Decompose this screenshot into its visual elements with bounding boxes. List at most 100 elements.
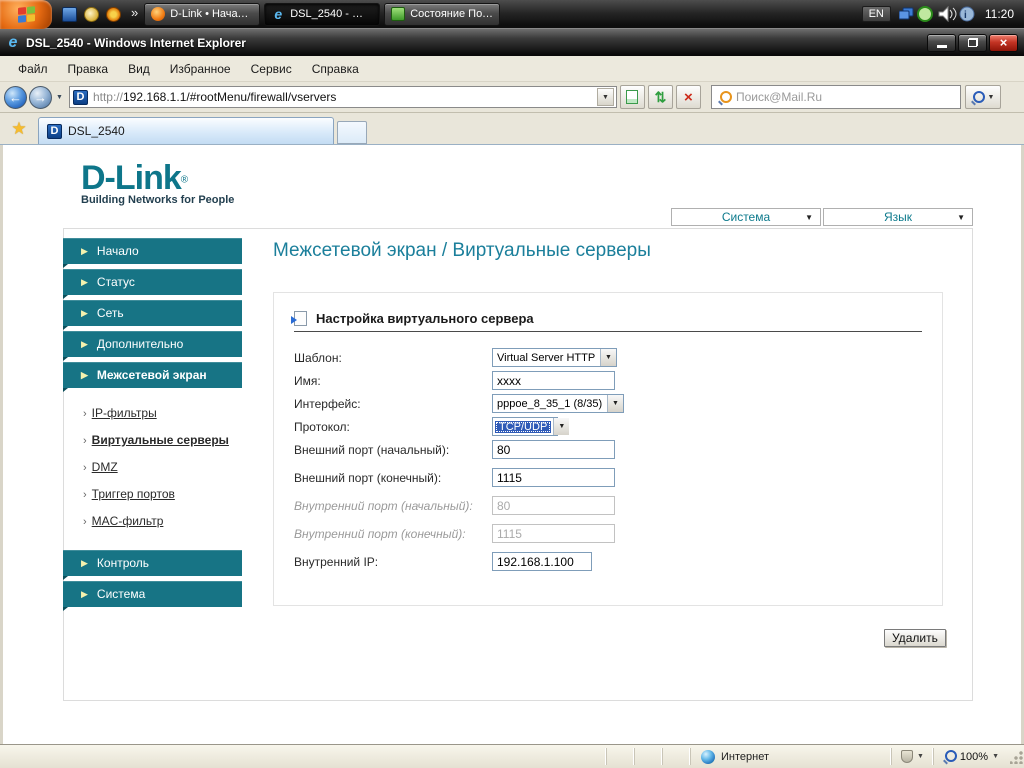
- status-cell: [606, 748, 634, 765]
- firefox-icon: [151, 7, 166, 21]
- taskbar-clock[interactable]: 11:20: [985, 7, 1014, 21]
- sidebar-item-статус[interactable]: ▶ Статус: [63, 269, 242, 299]
- select-value: pppoe_8_35_1 (8/35): [497, 397, 603, 410]
- window-controls: ×: [927, 33, 1018, 52]
- submenu-bullet: ›: [83, 462, 87, 474]
- system-dropdown[interactable]: Система ▼: [671, 208, 821, 226]
- sidebar-item-дополнительно[interactable]: ▶ Дополнительно: [63, 331, 242, 361]
- favorites-button[interactable]: ★: [6, 117, 32, 141]
- submenu-link-label: MAC-фильтр: [91, 514, 164, 528]
- select-arrow-icon[interactable]: ▼: [553, 418, 570, 435]
- menu-item-3[interactable]: Избранное: [160, 59, 241, 79]
- language-dropdown[interactable]: Язык ▼: [823, 208, 973, 226]
- sidebar-item-label: Система: [96, 587, 146, 601]
- quick-launch-overflow-chevron[interactable]: »: [131, 5, 138, 20]
- submenu-item-виртуальные-серверы[interactable]: › Виртуальные серверы: [83, 433, 242, 447]
- sidebar-item-контроль[interactable]: ▶ Контроль: [63, 550, 242, 580]
- volume-icon: [938, 6, 949, 22]
- address-url[interactable]: http://192.168.1.1/#rootMenu/firewall/vs…: [93, 90, 597, 104]
- sidebar-item-начало[interactable]: ▶ Начало: [63, 238, 242, 268]
- sidebar-item-межсетевой-экран[interactable]: ▶ Межсетевой экран: [63, 362, 242, 392]
- resize-grip[interactable]: [1010, 749, 1024, 764]
- taskbar-button[interactable]: Состояние Подключ...: [384, 2, 501, 26]
- internal-ip-input[interactable]: 192.168.1.100: [492, 552, 592, 571]
- window-title: DSL_2540 - Windows Internet Explorer: [26, 35, 246, 50]
- protected-mode-button[interactable]: ▼: [890, 748, 933, 765]
- interface-select[interactable]: pppoe_8_35_1 (8/35) ▼: [492, 394, 624, 413]
- chevron-down-icon: ▼: [916, 753, 924, 760]
- arrow-right-icon: ▶: [81, 588, 88, 599]
- sidebar-item-система[interactable]: ▶ Система: [63, 581, 242, 611]
- address-dropdown-button[interactable]: ▼: [596, 88, 614, 106]
- windows-flag-icon: [17, 5, 35, 23]
- menu-item-5[interactable]: Справка: [302, 59, 369, 79]
- sidebar-item-label: Межсетевой экран: [96, 368, 207, 382]
- chevron-down-icon: ▼: [992, 753, 999, 760]
- menu-item-2[interactable]: Вид: [118, 59, 160, 79]
- search-icon: [971, 90, 986, 104]
- form-row: Внешний порт (начальный): 80: [294, 440, 922, 459]
- protocol-select[interactable]: TCP/UDP ▼: [492, 417, 570, 436]
- browser-viewport: D-Link® Building Networks for People Сис…: [0, 145, 1024, 744]
- menu-item-1[interactable]: Правка: [58, 59, 119, 79]
- refresh-button[interactable]: ⇅: [647, 85, 673, 109]
- submenu-link-label: IP-фильтры: [91, 406, 157, 420]
- stop-button[interactable]: ×: [675, 85, 701, 109]
- template-select[interactable]: Virtual Server HTTP ▼: [492, 348, 617, 367]
- tab-dsl2540[interactable]: D DSL_2540: [38, 117, 334, 144]
- external-port-end-input[interactable]: 1115: [492, 468, 615, 487]
- start-button[interactable]: [0, 0, 52, 29]
- submenu-item-ip-фильтры[interactable]: › IP-фильтры: [83, 406, 242, 420]
- submenu-item-mac-фильтр[interactable]: › MAC-фильтр: [83, 514, 242, 528]
- window-title-bar[interactable]: e DSL_2540 - Windows Internet Explorer ×: [0, 29, 1024, 56]
- tray-icons[interactable]: i: [898, 6, 977, 22]
- address-field[interactable]: D http://192.168.1.1/#rootMenu/firewall/…: [68, 86, 617, 108]
- close-button[interactable]: ×: [989, 33, 1018, 52]
- search-go-button[interactable]: ▼: [964, 85, 1001, 109]
- submenu-bullet: ›: [83, 489, 87, 501]
- form-label: Шаблон:: [294, 350, 342, 365]
- submenu-bullet: ›: [83, 516, 87, 528]
- taskbar-button[interactable]: D-Link • Начать нову...: [144, 2, 261, 26]
- quick-launch-search-icon[interactable]: [84, 6, 99, 22]
- forward-button[interactable]: →: [29, 85, 52, 109]
- taskbar-button[interactable]: e DSL_2540 - Windows I...: [264, 2, 381, 26]
- new-tab-button[interactable]: [337, 121, 367, 144]
- restore-button[interactable]: [958, 33, 987, 52]
- menu-item-0[interactable]: Файл: [8, 59, 58, 79]
- minimize-button[interactable]: [927, 33, 956, 52]
- language-indicator[interactable]: EN: [861, 6, 891, 22]
- page-button[interactable]: [619, 85, 645, 109]
- select-value: Virtual Server HTTP: [497, 351, 596, 364]
- ie-icon: e: [8, 33, 18, 51]
- internet-globe-icon: [701, 749, 715, 764]
- section-title: Настройка виртуального сервера: [316, 311, 534, 326]
- submenu-item-триггер-портов[interactable]: › Триггер портов: [83, 487, 242, 501]
- back-button[interactable]: ←: [4, 85, 27, 109]
- submenu-link-label: Триггер портов: [91, 487, 175, 501]
- select-arrow-icon[interactable]: ▼: [600, 349, 616, 366]
- name-input[interactable]: xxxx: [492, 371, 615, 390]
- search-input[interactable]: Поиск@Mail.Ru: [710, 85, 961, 109]
- form-row: Имя: xxxx: [294, 371, 922, 390]
- submenu-item-dmz[interactable]: › DMZ: [83, 460, 242, 474]
- quick-launch-daemon-icon[interactable]: [106, 6, 121, 22]
- status-cell: [662, 748, 690, 765]
- quick-launch-app-icon[interactable]: [62, 6, 77, 22]
- taskbar-button-label: Состояние Подключ...: [410, 8, 494, 20]
- zoom-control[interactable]: 100% ▼: [932, 748, 1008, 765]
- menu-bar: Файл Правка Вид Избранное Сервис Справка: [0, 56, 1024, 82]
- form-label: Имя:: [294, 373, 321, 388]
- delete-button[interactable]: Удалить: [884, 629, 946, 647]
- select-arrow-icon[interactable]: ▼: [607, 395, 623, 412]
- sidebar-top-group: ▶ Начало ▶ Статус ▶ Сеть ▶ Дополнительно ▶ Межсет…: [63, 238, 242, 392]
- history-dropdown-icon[interactable]: ▼: [56, 94, 63, 101]
- virtual-server-form: Настройка виртуального сервера Шаблон: Vi…: [273, 292, 943, 606]
- language-dropdown-label: Язык: [883, 210, 913, 224]
- form-row: Внутренний IP: 192.168.1.100: [294, 552, 922, 571]
- form-label: Интерфейс:: [294, 396, 361, 411]
- menu-item-4[interactable]: Сервис: [241, 59, 302, 79]
- sidebar-submenu: › IP-фильтры › Виртуальные серверы › DMZ › Триг…: [63, 393, 242, 550]
- external-port-start-input[interactable]: 80: [492, 440, 615, 459]
- sidebar-item-сеть[interactable]: ▶ Сеть: [63, 300, 242, 330]
